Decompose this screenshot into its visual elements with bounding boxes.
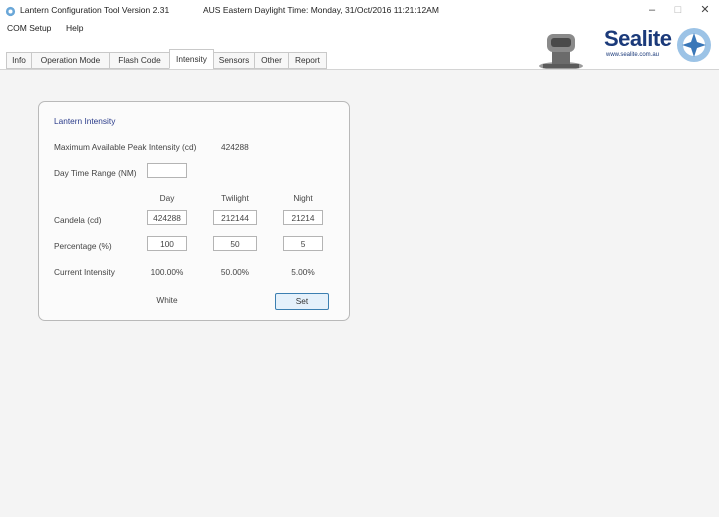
current-day-value: 100.00% — [150, 267, 184, 277]
menu-com-setup[interactable]: COM Setup — [7, 23, 51, 33]
percentage-night-input[interactable]: 5 — [283, 236, 323, 251]
panel-heading: Lantern Intensity — [54, 116, 116, 126]
percentage-day-input[interactable]: 100 — [147, 236, 187, 251]
lantern-app-icon — [5, 6, 16, 17]
tab-intensity[interactable]: Intensity — [169, 49, 214, 69]
tab-info[interactable]: Info — [6, 52, 32, 69]
title-bar: Lantern Configuration Tool Version 2.31 … — [0, 0, 719, 20]
set-button[interactable]: Set — [275, 293, 329, 310]
candela-label: Candela (cd) — [54, 215, 102, 225]
percentage-twilight-input[interactable]: 50 — [213, 236, 257, 251]
sealite-logo-mark — [677, 28, 711, 62]
maximize-button[interactable]: □ — [666, 2, 690, 18]
sealite-url: www.sealite.com.au — [606, 52, 660, 58]
tab-other[interactable]: Other — [254, 52, 289, 69]
close-button[interactable]: ✕ — [693, 2, 717, 18]
candela-day-input[interactable]: 424288 — [147, 210, 187, 225]
current-twilight-value: 50.00% — [220, 267, 250, 277]
tab-report[interactable]: Report — [288, 52, 327, 69]
sealite-logo: Sealite — [604, 26, 672, 51]
col-night: Night — [293, 193, 313, 203]
day-range-input[interactable] — [147, 163, 187, 178]
col-twilight: Twilight — [221, 193, 249, 203]
col-day: Day — [159, 193, 175, 203]
percentage-label: Percentage (%) — [54, 241, 112, 251]
tab-flash-code[interactable]: Flash Code — [109, 52, 170, 69]
max-peak-label: Maximum Available Peak Intensity (cd) — [54, 142, 197, 152]
time-display: AUS Eastern Daylight Time: Monday, 31/Oc… — [203, 5, 439, 15]
max-peak-value: 424288 — [221, 142, 249, 152]
current-night-value: 5.00% — [291, 267, 315, 277]
color-text: White — [156, 295, 178, 305]
minimize-button[interactable]: – — [640, 2, 664, 18]
tab-sensors[interactable]: Sensors — [213, 52, 255, 69]
menu-help[interactable]: Help — [66, 23, 83, 33]
window-title: Lantern Configuration Tool Version 2.31 — [20, 5, 170, 15]
day-range-label: Day Time Range (NM) — [54, 168, 137, 178]
lantern-intensity-panel: Lantern Intensity Maximum Available Peak… — [38, 101, 350, 321]
tab-operation-mode[interactable]: Operation Mode — [31, 52, 110, 69]
current-intensity-label: Current Intensity — [54, 267, 115, 277]
candela-night-input[interactable]: 21214 — [283, 210, 323, 225]
lantern-device-image — [539, 34, 583, 70]
candela-twilight-input[interactable]: 212144 — [213, 210, 257, 225]
